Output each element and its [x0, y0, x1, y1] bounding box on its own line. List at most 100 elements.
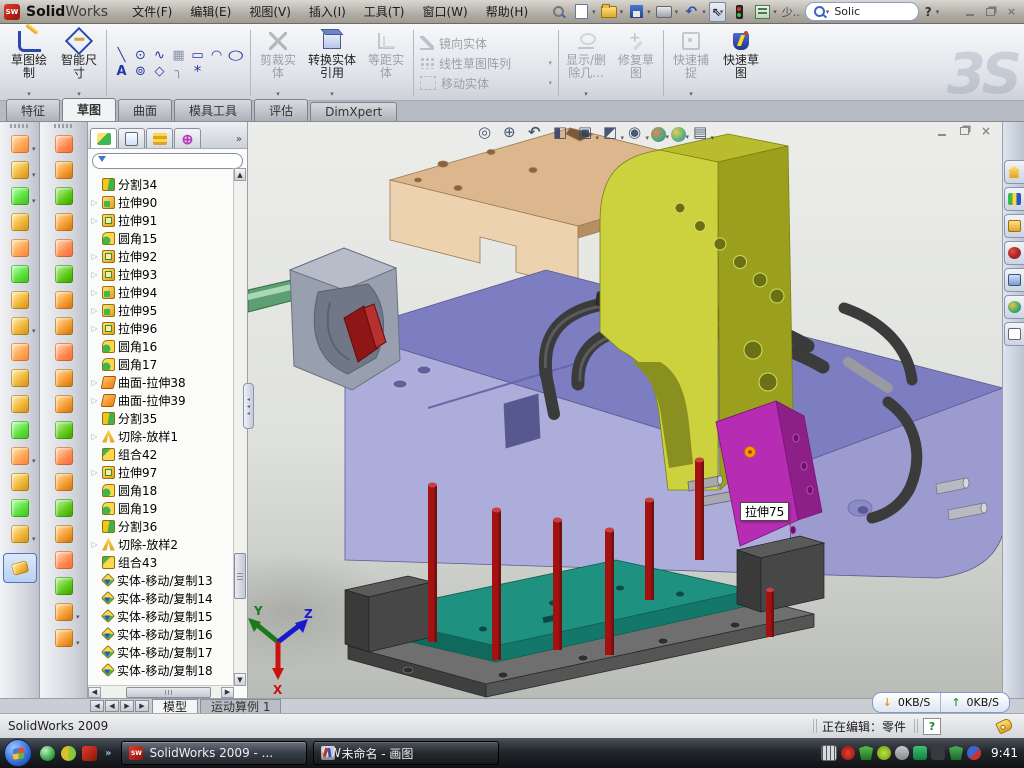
parting-line-icon[interactable] — [49, 183, 79, 209]
insert-mold-folder-icon[interactable] — [49, 313, 79, 339]
parting-surface-icon[interactable] — [49, 209, 79, 235]
tree-expander[interactable] — [90, 270, 99, 279]
sketch-fillet-icon[interactable] — [170, 64, 187, 79]
tab-prev-button[interactable]: ◀ — [105, 700, 119, 712]
tree-item[interactable]: 实体-移动/复制17 — [90, 643, 233, 661]
open-dropdown[interactable]: ▾ — [620, 8, 624, 16]
sketch-button[interactable]: 草图绘制 ▾ — [4, 26, 54, 100]
recycle-icon[interactable] — [61, 746, 76, 761]
panel-splitter-handle[interactable]: ◂◂◂ — [243, 383, 254, 429]
tree-item[interactable]: 组合42 — [90, 445, 233, 463]
tree-item[interactable]: 圆角16 — [90, 337, 233, 355]
tag-icon[interactable] — [995, 717, 1014, 734]
save-dropdown[interactable]: ▾ — [647, 8, 651, 16]
scroll-left-arrow[interactable]: ◀ — [88, 687, 101, 698]
tree-item[interactable]: 拉伸94 — [90, 283, 233, 301]
menu-item[interactable]: 插入(I) — [301, 1, 354, 22]
view-settings-icon[interactable] — [691, 123, 711, 143]
messenger-icon[interactable] — [40, 746, 55, 761]
undercut-detection-icon[interactable] — [49, 235, 79, 261]
solidworks-resources-icon[interactable] — [1004, 160, 1024, 184]
taskbar-window-button[interactable]: SW 未命名 - 画图 — [313, 741, 499, 765]
tree-item[interactable]: 拉伸93 — [90, 265, 233, 283]
trim-surface-icon[interactable] — [49, 625, 79, 651]
tree-item[interactable]: 圆角17 — [90, 355, 233, 373]
sync-icon[interactable] — [913, 746, 927, 760]
search-icon[interactable] — [1004, 241, 1024, 265]
tree-horizontal-scrollbar[interactable]: ◀ ▶ — [88, 685, 234, 698]
lofted-boss-icon[interactable] — [5, 235, 35, 261]
previous-view-icon[interactable] — [526, 123, 546, 143]
keyboard-icon[interactable] — [821, 745, 837, 761]
options-dropdown[interactable]: ▾ — [773, 8, 777, 16]
edit-appearance-icon[interactable] — [651, 127, 666, 142]
bottom-tab[interactable]: 模型 — [152, 699, 198, 714]
core-icon[interactable] — [49, 443, 79, 469]
tree-item[interactable]: 拉伸90 — [90, 193, 233, 211]
tab-first-button[interactable]: ◀ — [90, 700, 104, 712]
zoom-to-fit-icon[interactable] — [476, 123, 496, 143]
tree-expander[interactable] — [90, 378, 99, 387]
tree-expander[interactable] — [90, 396, 99, 405]
tree-item[interactable]: 分割34 — [90, 175, 233, 193]
ribbon-tab[interactable]: 特征 — [6, 99, 60, 121]
plane-icon[interactable] — [5, 469, 35, 495]
menu-item[interactable]: 视图(V) — [241, 1, 299, 22]
ellipse-icon[interactable] — [227, 48, 244, 63]
draft-analysis-icon[interactable] — [49, 157, 79, 183]
curve-icon[interactable] — [5, 495, 35, 521]
knit-surface-icon[interactable] — [49, 339, 79, 365]
apply-scene-icon[interactable] — [671, 127, 686, 142]
tree-item[interactable]: 分割36 — [90, 517, 233, 535]
defender-icon[interactable] — [949, 746, 963, 760]
boundary-surface-icon[interactable] — [49, 391, 79, 417]
tree-item[interactable]: 分割35 — [90, 409, 233, 427]
quick-launch-overflow[interactable]: » — [105, 748, 111, 759]
convert-dropdown[interactable]: ▾ — [330, 90, 334, 100]
tree-item[interactable]: 组合43 — [90, 553, 233, 571]
help-dropdown[interactable]: ▾ — [936, 8, 940, 16]
linear-pattern-icon[interactable] — [5, 313, 35, 339]
restore-button[interactable] — [982, 4, 999, 19]
slot-icon[interactable] — [132, 64, 149, 79]
scroll-thumb[interactable] — [234, 553, 246, 599]
new-document-button[interactable] — [571, 3, 591, 21]
tree-expander[interactable] — [90, 252, 99, 261]
fillet-icon[interactable] — [5, 183, 35, 209]
mirror-entities-button[interactable]: 镜向实体 — [420, 35, 552, 52]
search-input[interactable] — [832, 4, 888, 19]
ribbon-tab[interactable]: 曲面 — [118, 99, 172, 121]
swept-boss-icon[interactable] — [5, 209, 35, 235]
antivirus-icon[interactable] — [841, 746, 855, 760]
options-button[interactable] — [752, 3, 772, 21]
scroll-thumb[interactable] — [126, 687, 211, 698]
shield-icon[interactable] — [859, 746, 873, 760]
tree-expander[interactable] — [90, 432, 99, 441]
graphics-viewport[interactable]: Y Z X × 拉伸75 — [248, 122, 1002, 698]
doc-minimize-button[interactable] — [934, 124, 950, 138]
tree-item[interactable]: 圆角19 — [90, 499, 233, 517]
tree-expander[interactable] — [90, 306, 99, 315]
help-button[interactable]: ? — [922, 5, 935, 19]
badge-icon[interactable] — [877, 746, 891, 760]
rib-icon[interactable] — [5, 339, 35, 365]
manager-overflow-chevron[interactable]: » — [236, 134, 245, 148]
configurationmanager-tab[interactable] — [146, 128, 173, 148]
tree-item[interactable]: 切除-放样2 — [90, 535, 233, 553]
tree-item[interactable]: 实体-移动/复制15 — [90, 607, 233, 625]
save-button[interactable] — [626, 3, 646, 21]
tree-item[interactable]: 切除-放样1 — [90, 427, 233, 445]
tree-item[interactable]: 拉伸97 — [90, 463, 233, 481]
volume-icon[interactable] — [895, 746, 909, 760]
offset-entities-button[interactable]: 等距实体 — [361, 26, 411, 100]
elbow-icon[interactable] — [49, 365, 79, 391]
spline-icon[interactable] — [151, 48, 168, 63]
search-dropdown[interactable]: ▾ — [826, 8, 830, 16]
menu-item[interactable]: 编辑(E) — [182, 1, 239, 22]
solidworks-icon[interactable] — [82, 746, 97, 761]
tree-expander[interactable] — [90, 540, 99, 549]
move-entities-button[interactable]: 移动实体 ▾ — [420, 75, 552, 92]
move-copy-icon[interactable] — [5, 417, 35, 443]
scroll-down-arrow[interactable]: ▼ — [234, 673, 246, 686]
scroll-up-arrow[interactable]: ▲ — [234, 168, 246, 181]
